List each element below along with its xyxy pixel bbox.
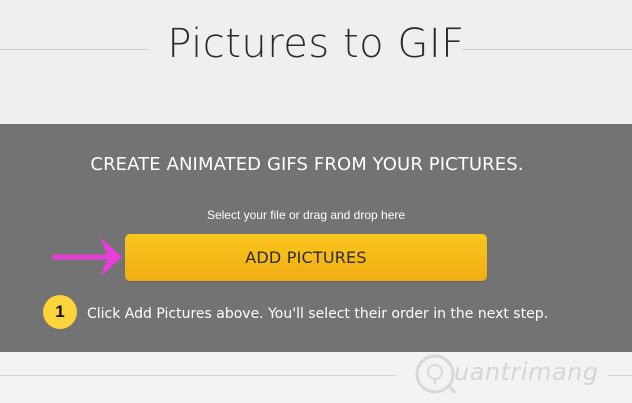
panel-heading: CREATE ANIMATED GIFS FROM YOUR PICTURES. bbox=[90, 154, 524, 175]
page-header: Pictures to GIF bbox=[0, 0, 632, 124]
watermark-logo-icon bbox=[415, 354, 456, 394]
footer-rule-left bbox=[0, 375, 396, 376]
watermark-text: uantrimang bbox=[454, 358, 599, 386]
step-instruction: Click Add Pictures above. You'll select … bbox=[87, 306, 549, 322]
page-title: Pictures to GIF bbox=[167, 21, 465, 67]
upload-panel: CREATE ANIMATED GIFS FROM YOUR PICTURES.… bbox=[0, 124, 632, 352]
add-pictures-button[interactable]: ADD PICTURES bbox=[125, 234, 487, 281]
title-rule-right bbox=[462, 49, 632, 50]
watermark: uantrimang bbox=[414, 348, 624, 403]
pointer-arrow-icon bbox=[52, 237, 122, 277]
drop-helper-text: Select your file or drag and drop here bbox=[206, 208, 406, 222]
step-number-badge: 1 bbox=[43, 295, 77, 329]
